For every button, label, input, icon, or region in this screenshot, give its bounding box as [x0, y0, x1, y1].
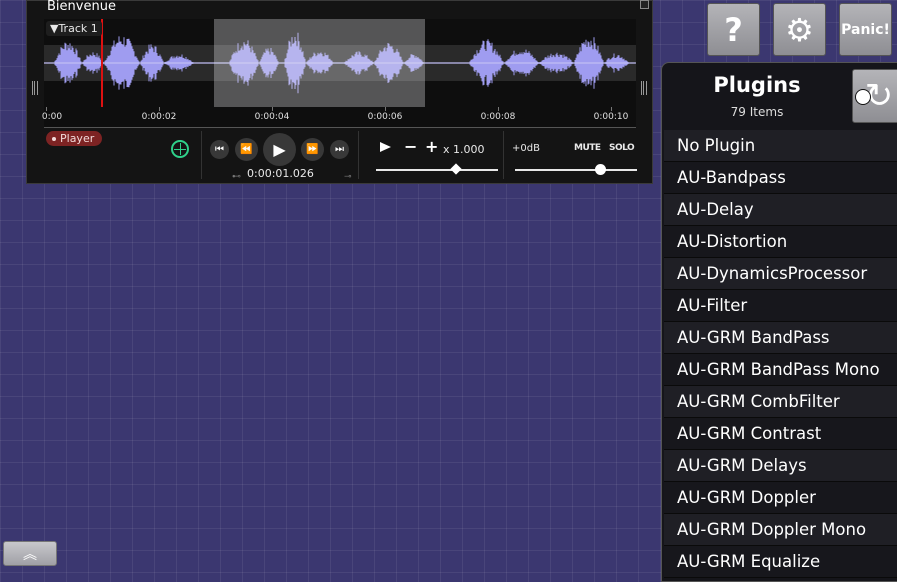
- ruler-tick: [611, 107, 612, 111]
- play-icon: ▶: [273, 139, 286, 159]
- mute-button[interactable]: MUTE: [574, 143, 601, 153]
- collapse-panel-button[interactable]: ︽: [3, 541, 57, 566]
- ruler-label: 0:00:04: [254, 112, 290, 122]
- help-label: ?: [724, 10, 743, 49]
- gain-slider[interactable]: [515, 169, 637, 171]
- jog-right-icon: ⊸: [344, 172, 352, 182]
- ruler-label: 0:00:02: [141, 112, 177, 122]
- plugin-item[interactable]: AU-DynamicsProcessor: [664, 258, 897, 290]
- panic-button[interactable]: Panic!: [839, 3, 892, 56]
- play-button[interactable]: ▶: [263, 133, 296, 166]
- plugins-title: Plugins: [713, 73, 801, 97]
- transport-controls: Player ⏮ ⏪ ▶ ⏩ ⏭ ⊷ 0:00:01.026 ⊸ − + x 1…: [44, 129, 637, 183]
- speed-slider-thumb[interactable]: [450, 163, 462, 175]
- plugins-count: 79 Items: [730, 105, 784, 119]
- speed-plus-button[interactable]: +: [425, 139, 438, 155]
- skip-end-icon: ⏭: [335, 143, 344, 155]
- ruler-tick: [159, 107, 160, 111]
- time-ruler[interactable]: 0:00 0:00:02 0:00:04 0:00:06 0:00:08 0:0…: [41, 107, 636, 128]
- plugin-item[interactable]: No Plugin: [664, 130, 897, 162]
- plugin-item[interactable]: AU-Bandpass: [664, 162, 897, 194]
- gear-icon: ⚙: [785, 10, 814, 49]
- badge-dot-icon: [52, 137, 56, 141]
- divider: [503, 131, 504, 179]
- player-badge[interactable]: Player: [46, 131, 103, 146]
- ruler-label: 0:00:06: [367, 112, 403, 122]
- speed-play-icon[interactable]: [380, 142, 391, 152]
- gain-value: +0dB: [512, 143, 540, 154]
- help-button[interactable]: ?: [707, 3, 760, 56]
- plugin-item[interactable]: AU-GRM Doppler Mono: [664, 514, 897, 546]
- skip-start-icon: ⏮: [215, 143, 224, 155]
- plugin-item[interactable]: AU-GRM Delays: [664, 450, 897, 482]
- player-window: Bienvenue ▼Track 1 0:00 0:00:02 0:00:04 …: [26, 0, 653, 184]
- rewind-icon: ⏪: [240, 143, 253, 155]
- left-drag-handle-icon[interactable]: [32, 81, 38, 95]
- waveform-view[interactable]: ▼Track 1: [44, 19, 636, 107]
- ruler-tick: [498, 107, 499, 111]
- divider: [358, 131, 359, 179]
- panic-label: Panic!: [841, 21, 890, 38]
- divider: [201, 131, 202, 179]
- ruler-label: 0:00: [41, 112, 63, 122]
- plugin-item[interactable]: AU-GRM Equalize: [664, 546, 897, 578]
- plugin-item[interactable]: AU-GRM BandPass: [664, 322, 897, 354]
- plugin-item[interactable]: AU-GRM Contrast: [664, 418, 897, 450]
- plugin-item[interactable]: AU-Distortion: [664, 226, 897, 258]
- plugin-list: No Plugin AU-Bandpass AU-Delay AU-Distor…: [664, 130, 897, 578]
- settings-button[interactable]: ⚙: [773, 3, 826, 56]
- fast-forward-icon: ⏩: [306, 143, 319, 155]
- plugin-item[interactable]: AU-Delay: [664, 194, 897, 226]
- ruler-label: 0:00:10: [593, 112, 629, 122]
- plugin-item[interactable]: AU-Filter: [664, 290, 897, 322]
- right-drag-handle-icon[interactable]: [641, 81, 647, 95]
- plugin-item[interactable]: AU-GRM BandPass Mono: [664, 354, 897, 386]
- window-resize-icon[interactable]: [640, 0, 649, 9]
- jog-left-icon: ⊷: [232, 172, 241, 182]
- solo-button[interactable]: SOLO: [609, 143, 635, 153]
- plugin-item[interactable]: AU-GRM CombFilter: [664, 386, 897, 418]
- ruler-tick: [272, 107, 273, 111]
- double-chevron-up-icon: ︽: [23, 546, 37, 563]
- gain-slider-thumb[interactable]: [595, 164, 606, 175]
- speed-slider[interactable]: [376, 169, 498, 171]
- fast-forward-button[interactable]: ⏩: [301, 138, 324, 161]
- ruler-label: 0:00:08: [480, 112, 516, 122]
- player-badge-label: Player: [60, 132, 95, 145]
- rewind-button[interactable]: ⏪: [235, 138, 258, 161]
- ruler-tick: [385, 107, 386, 111]
- speed-value: x 1.000: [443, 143, 485, 156]
- ruler-tick: [46, 107, 47, 111]
- plugin-item[interactable]: AU-GRM Doppler: [664, 482, 897, 514]
- position-readout[interactable]: 0:00:01.026: [247, 167, 314, 180]
- mouse-cursor-icon: [855, 89, 871, 105]
- speed-minus-button[interactable]: −: [404, 139, 417, 155]
- skip-to-start-button[interactable]: ⏮: [210, 140, 229, 159]
- window-title: Bienvenue: [47, 0, 116, 14]
- track-label[interactable]: ▼Track 1: [46, 21, 102, 36]
- sync-crosshair-icon[interactable]: [171, 140, 189, 158]
- plugins-panel: Plugins 79 Items ↻ No Plugin AU-Bandpass…: [661, 62, 897, 582]
- selection-region[interactable]: [214, 19, 425, 107]
- skip-to-end-button[interactable]: ⏭: [330, 140, 349, 159]
